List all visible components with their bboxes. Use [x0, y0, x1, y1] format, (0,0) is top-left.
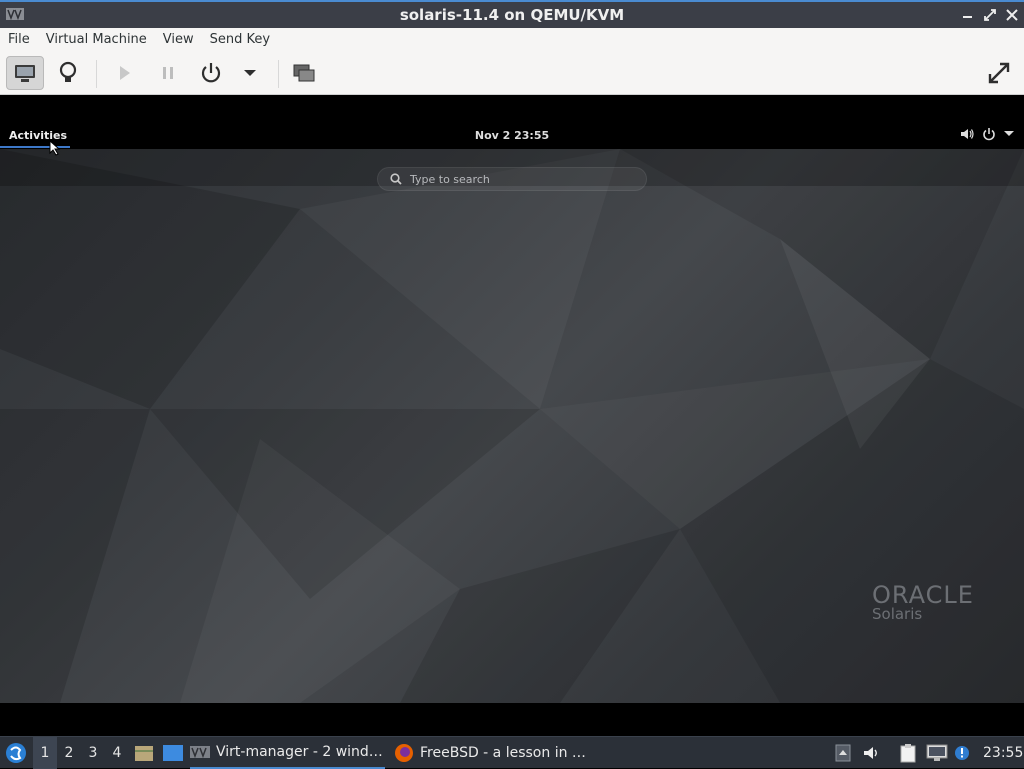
menu-view[interactable]: View [155, 28, 202, 52]
show-console-button[interactable] [6, 56, 44, 90]
run-button[interactable] [105, 56, 143, 90]
minimize-icon [963, 16, 972, 18]
show-details-button[interactable] [49, 56, 87, 90]
minimize-button[interactable] [960, 7, 976, 23]
play-icon [120, 66, 130, 80]
fullscreen-button[interactable] [980, 56, 1018, 90]
toolbar-separator [96, 60, 97, 88]
snapshots-button[interactable] [285, 56, 323, 90]
shutdown-menu-button[interactable] [231, 56, 269, 90]
search-placeholder: Type to search [410, 173, 490, 186]
maximize-button[interactable] [982, 7, 998, 23]
toolbar [0, 52, 1024, 95]
chevron-down-icon [244, 70, 256, 76]
tray-arrow-button[interactable] [835, 737, 851, 769]
task-virt-manager[interactable]: Virt-manager - 2 wind… [190, 737, 385, 769]
tray-clipboard[interactable] [898, 737, 918, 769]
menubar: File Virtual Machine View Send Key [0, 28, 1024, 53]
shutdown-button[interactable] [192, 56, 230, 90]
notification-icon [955, 746, 969, 760]
mouse-cursor-icon [49, 140, 61, 156]
window-titlebar[interactable]: solaris-11.4 on QEMU/KVM [0, 0, 1024, 28]
close-button[interactable] [1004, 7, 1020, 23]
vm-console[interactable]: Activities Nov 2 23:55 Type to search OR… [0, 95, 1024, 735]
maximize-icon [984, 9, 996, 21]
gnome-top-bar: Activities Nov 2 23:55 [0, 123, 1024, 149]
window-title: solaris-11.4 on QEMU/KVM [399, 6, 625, 24]
menu-virtual-machine[interactable]: Virtual Machine [38, 28, 155, 52]
menu-send-key[interactable]: Send Key [202, 28, 278, 52]
taskbar-clock[interactable]: 23:55 [983, 737, 1023, 769]
file-manager-launcher[interactable] [133, 737, 155, 769]
search-icon [390, 173, 402, 185]
chevron-down-icon[interactable] [1004, 130, 1014, 138]
search-input[interactable]: Type to search [377, 167, 647, 191]
workspace-2[interactable]: 2 [57, 737, 81, 769]
task-label: FreeBSD - a lesson in … [420, 745, 586, 761]
snapshots-icon [293, 64, 315, 82]
task-label: Virt-manager - 2 wind… [216, 744, 383, 760]
task-firefox[interactable]: FreeBSD - a lesson in … [394, 737, 594, 769]
workspace-1[interactable]: 1 [33, 737, 57, 769]
close-icon [1006, 9, 1018, 21]
workspace-3[interactable]: 3 [81, 737, 105, 769]
monitor-icon [15, 65, 35, 82]
wallpaper-polygons [0, 149, 1024, 703]
oracle-solaris-logo: ORACLE Solaris [872, 581, 974, 623]
tray-network[interactable] [926, 737, 948, 769]
show-desktop-button[interactable] [162, 737, 184, 769]
tray-expand-icon [835, 744, 851, 762]
menu-file[interactable]: File [0, 28, 38, 52]
network-icon [926, 744, 948, 761]
lxqt-logo-icon [6, 743, 26, 763]
pause-button[interactable] [149, 56, 187, 90]
power-icon [201, 63, 221, 83]
power-icon[interactable] [982, 127, 996, 141]
pause-icon [163, 67, 173, 79]
clipboard-icon [900, 744, 916, 763]
start-menu-button[interactable] [4, 737, 28, 769]
firefox-icon [395, 744, 413, 762]
fullscreen-icon [988, 62, 1010, 84]
gnome-clock[interactable]: Nov 2 23:55 [0, 129, 1024, 142]
file-manager-icon [135, 746, 153, 761]
host-taskbar: 1 2 3 4 Virt-manager - 2 wind… FreeBSD -… [0, 736, 1024, 769]
lightbulb-icon [59, 61, 77, 82]
volume-icon[interactable] [960, 127, 974, 141]
virt-manager-icon [190, 746, 210, 758]
volume-icon [864, 747, 877, 759]
show-desktop-icon [163, 745, 183, 761]
tray-volume[interactable] [863, 737, 881, 769]
workspace-4[interactable]: 4 [105, 737, 129, 769]
tray-updates[interactable] [953, 737, 971, 769]
desktop-background: Type to search ORACLE Solaris [0, 149, 1024, 703]
toolbar-separator [278, 60, 279, 88]
